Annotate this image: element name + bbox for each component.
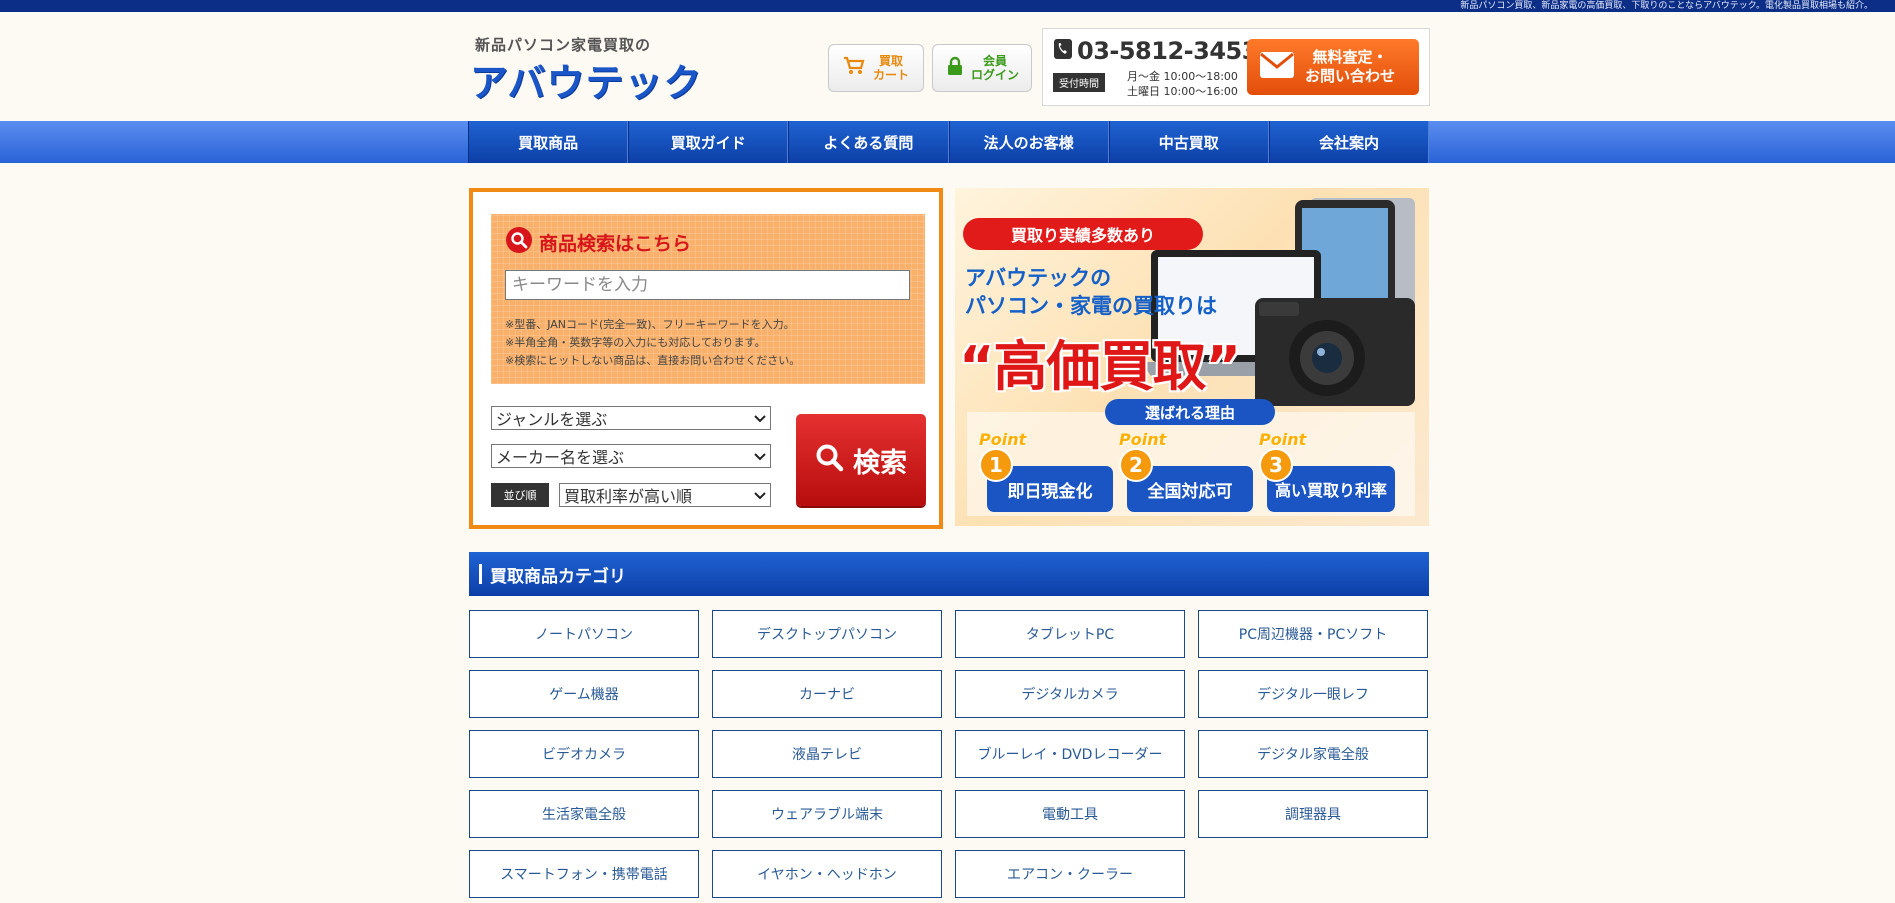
nav-item-corporate[interactable]: 法人のお客様: [948, 121, 1109, 163]
category-smartphones[interactable]: スマートフォン・携帯電話: [469, 850, 699, 898]
banner-headline-line1: アバウテックの: [965, 266, 1112, 290]
category-notebook-pc[interactable]: ノートパソコン: [469, 610, 699, 658]
nav-item-faq[interactable]: よくある質問: [788, 121, 949, 163]
chevron-down-icon: [754, 447, 766, 466]
category-video-camera[interactable]: ビデオカメラ: [469, 730, 699, 778]
search-note: ※型番、JANコード(完全一致)、フリーキーワードを入力。: [505, 318, 795, 331]
sort-order-label: 並び順: [491, 483, 549, 507]
banner-headline-line2: パソコン・家電の買取りは: [965, 294, 1217, 318]
hours-saturday: 土曜日 10:00〜16:00: [1127, 85, 1238, 98]
phone-number[interactable]: 03-5812-3453: [1053, 37, 1258, 65]
banner-point-1: Point 即日現金化 1: [979, 430, 1113, 512]
point-caption: Point: [1259, 430, 1307, 449]
category-grid: ノートパソコン デスクトップパソコン タブレットPC PC周辺機器・PCソフト …: [469, 610, 1429, 898]
category-home-appliances[interactable]: 生活家電全般: [469, 790, 699, 838]
category-desktop-pc[interactable]: デスクトップパソコン: [712, 610, 942, 658]
search-notes: ※型番、JANコード(完全一致)、フリーキーワードを入力。 ※半角全角・英数字等…: [505, 316, 800, 370]
point-number: 2: [1119, 448, 1153, 482]
member-login-button[interactable]: 会員 ログイン: [932, 44, 1032, 92]
inquiry-label-line1: 無料査定・: [1312, 48, 1388, 66]
category-digital-appliances[interactable]: デジタル家電全般: [1198, 730, 1428, 778]
search-magnifier-icon: [505, 226, 533, 258]
cart-label-line2: カート: [873, 68, 910, 82]
lock-icon: [947, 56, 963, 80]
phone-number-text: 03-5812-3453: [1077, 37, 1258, 65]
nav-item-products[interactable]: 買取商品: [468, 121, 629, 163]
category-bluray-dvd-recorder[interactable]: ブルーレイ・DVDレコーダー: [955, 730, 1185, 778]
chevron-down-icon: [754, 486, 766, 505]
cart-icon: [843, 56, 865, 80]
category-lcd-tv[interactable]: 液晶テレビ: [712, 730, 942, 778]
cart-button[interactable]: 買取 カート: [828, 44, 924, 92]
category-air-conditioners[interactable]: エアコン・クーラー: [955, 850, 1185, 898]
phone-icon: [1053, 38, 1073, 64]
keyword-search-area: 商品検索はこちら ※型番、JANコード(完全一致)、フリーキーワードを入力。 ※…: [491, 214, 925, 384]
cart-label-line1: 買取: [879, 54, 904, 68]
top-announcement-bar: 新品パソコン買取、新品家電の高価買取、下取りのことならアバウテック。電化製品買取…: [0, 0, 1895, 12]
banner-point-2: Point 全国対応可 2: [1119, 430, 1253, 512]
category-earphones[interactable]: イヤホン・ヘッドホン: [712, 850, 942, 898]
category-wearables[interactable]: ウェアラブル端末: [712, 790, 942, 838]
chevron-down-icon: [754, 409, 766, 428]
point-caption: Point: [979, 430, 1027, 449]
point-number: 1: [979, 448, 1013, 482]
site-logo[interactable]: アバウテック: [470, 52, 702, 107]
login-label-line2: ログイン: [971, 68, 1020, 82]
category-game-consoles[interactable]: ゲーム機器: [469, 670, 699, 718]
point-caption: Point: [1119, 430, 1167, 449]
banner-high-price-text: “高価買取”: [959, 335, 1241, 398]
search-icon: [815, 443, 845, 477]
sort-order-select[interactable]: 買取利率が高い順: [559, 483, 771, 507]
search-title-text: 商品検索はこちら: [539, 232, 692, 255]
product-search-panel: 商品検索はこちら ※型番、JANコード(完全一致)、フリーキーワードを入力。 ※…: [469, 188, 943, 529]
category-tablet-pc[interactable]: タブレットPC: [955, 610, 1185, 658]
banner-point-3: Point 高い買取り利率 3: [1259, 430, 1395, 512]
header-accent-bar: [479, 564, 482, 584]
search-button-label: 検索: [853, 447, 907, 479]
search-button[interactable]: 検索: [796, 414, 926, 506]
mail-icon: [1259, 51, 1295, 83]
maker-select[interactable]: メーカー名を選ぶ: [491, 444, 771, 468]
hours-weekday: 月〜金 10:00〜18:00: [1127, 70, 1238, 83]
search-note: ※半角全角・英数字等の入力にも対応しております。: [505, 336, 766, 349]
hours-badge: 受付時間: [1053, 73, 1105, 92]
category-car-navigation[interactable]: カーナビ: [712, 670, 942, 718]
category-digital-camera[interactable]: デジタルカメラ: [955, 670, 1185, 718]
banner-reasons-label: 選ばれる理由: [1105, 399, 1275, 425]
global-navigation: 買取商品 買取ガイド よくある質問 法人のお客様 中古買取 会社案内: [468, 121, 1430, 163]
category-section-header: 買取商品カテゴリ: [469, 552, 1429, 596]
login-label-line1: 会員: [983, 54, 1008, 68]
genre-select-value: ジャンルを選ぶ: [496, 410, 608, 429]
nav-item-company[interactable]: 会社案内: [1268, 121, 1430, 163]
sort-select-value: 買取利率が高い順: [564, 487, 693, 506]
category-cookware[interactable]: 調理器具: [1198, 790, 1428, 838]
category-power-tools[interactable]: 電動工具: [955, 790, 1185, 838]
business-hours: 月〜金 10:00〜18:00 土曜日 10:00〜16:00: [1127, 69, 1238, 99]
category-section-title: 買取商品カテゴリ: [490, 566, 626, 587]
search-note: ※検索にヒットしない商品は、直接お問い合わせください。: [505, 354, 801, 367]
banner-pill-track-record: 買取り実績多数あり: [963, 218, 1203, 250]
category-dslr[interactable]: デジタル一眼レフ: [1198, 670, 1428, 718]
contact-box: 03-5812-3453 受付時間 月〜金 10:00〜18:00 土曜日 10…: [1042, 28, 1430, 106]
category-pc-peripherals[interactable]: PC周辺機器・PCソフト: [1198, 610, 1428, 658]
nav-item-used[interactable]: 中古買取: [1108, 121, 1269, 163]
inquiry-label-line2: お問い合わせ: [1305, 67, 1396, 85]
search-title: 商品検索はこちら: [505, 226, 691, 258]
point-number: 3: [1259, 448, 1293, 482]
promo-banner[interactable]: 買取り実績多数あり アバウテックの パソコン・家電の買取りは “高価買取” 選ば…: [955, 188, 1429, 526]
maker-select-value: メーカー名を選ぶ: [496, 448, 625, 467]
genre-select[interactable]: ジャンルを選ぶ: [491, 406, 771, 430]
keyword-search-input[interactable]: [505, 270, 910, 300]
free-quote-inquiry-button[interactable]: 無料査定・ お問い合わせ: [1247, 39, 1419, 95]
top-announcement-text: 新品パソコン買取、新品家電の高価買取、下取りのことならアバウテック。電化製品買取…: [1460, 1, 1873, 11]
nav-item-guide[interactable]: 買取ガイド: [628, 121, 789, 163]
